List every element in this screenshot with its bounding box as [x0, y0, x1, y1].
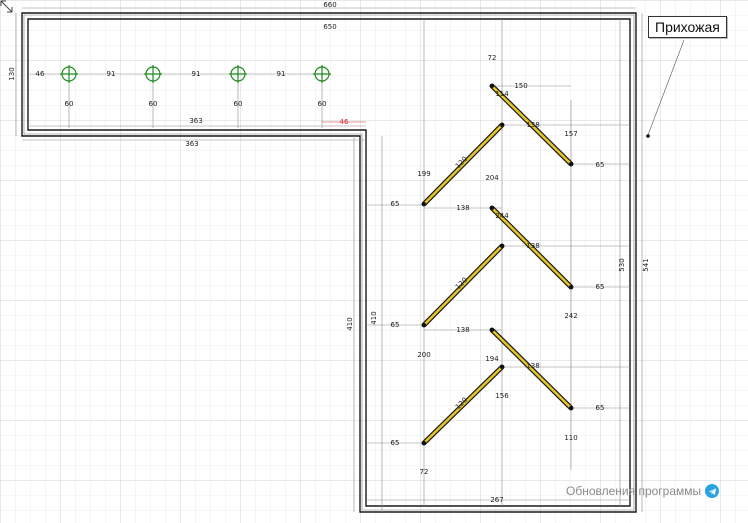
- dim-114: 114: [495, 90, 509, 98]
- dim-244: 244: [495, 212, 509, 220]
- dim-157: 157: [564, 130, 577, 138]
- resize-corner-icon[interactable]: [0, 0, 14, 14]
- dim-138-e: 138: [526, 362, 539, 370]
- dim-hook-2: 60: [149, 100, 158, 108]
- dim-hook-3: 60: [234, 100, 243, 108]
- dim-72-bottom: 72: [420, 468, 429, 476]
- dim-65-a: 65: [596, 161, 605, 169]
- dim-138-b: 138: [456, 204, 469, 212]
- dim-242: 242: [564, 312, 577, 320]
- dim-199: 199: [417, 170, 430, 178]
- dim-top-height: 130: [8, 67, 16, 80]
- dim-410-b: 410: [370, 311, 378, 324]
- floor-plan-canvas[interactable]: 660 650 130 46 91 91 91 60 60 60 60 363 …: [0, 0, 748, 523]
- dim-267: 267: [490, 496, 503, 504]
- dim-65-d: 65: [391, 321, 400, 329]
- dim-spacing-1: 91: [107, 70, 116, 78]
- dim-spacing-3: 91: [277, 70, 286, 78]
- dim-410-a: 410: [346, 317, 354, 330]
- dim-150: 150: [514, 82, 527, 90]
- dim-spacing-2: 91: [192, 70, 201, 78]
- dim-110: 110: [564, 434, 577, 442]
- dim-outer-363: 363: [185, 140, 198, 148]
- dim-72-top: 72: [488, 54, 497, 62]
- dim-inner-width: 650: [323, 23, 336, 31]
- updates-label: Обновления программы: [566, 484, 702, 498]
- dim-194: 194: [485, 355, 499, 363]
- dim-138-c: 138: [526, 242, 539, 250]
- dim-204: 204: [485, 174, 499, 182]
- telegram-icon[interactable]: [705, 484, 720, 498]
- dim-offset-left: 46: [36, 70, 45, 78]
- dim-65-e: 65: [596, 404, 605, 412]
- dim-outer-width: 660: [323, 1, 336, 9]
- dim-530: 530: [618, 258, 626, 271]
- dim-138-a: 138: [526, 121, 539, 129]
- dim-65-f: 65: [391, 439, 400, 447]
- dim-hook-1: 60: [65, 100, 74, 108]
- dim-hook-4: 60: [318, 100, 327, 108]
- updates-link[interactable]: Обновления программы: [566, 484, 720, 498]
- dim-138-d: 138: [456, 326, 469, 334]
- dim-red-46: 46: [340, 118, 349, 126]
- dim-65-b: 65: [391, 200, 400, 208]
- dim-541: 541: [642, 258, 650, 271]
- dim-156: 156: [495, 392, 509, 400]
- dim-65-c: 65: [596, 283, 605, 291]
- room-label[interactable]: Прихожая: [648, 16, 727, 38]
- dim-200: 200: [417, 351, 430, 359]
- dim-inner-363: 363: [189, 117, 202, 125]
